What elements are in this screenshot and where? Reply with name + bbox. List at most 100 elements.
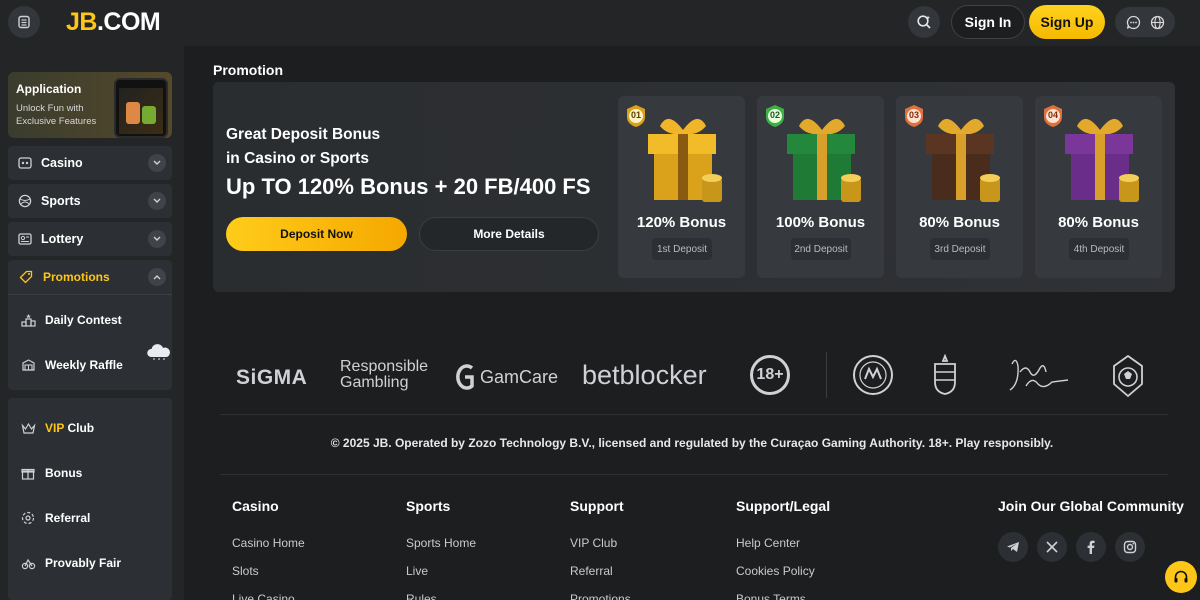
footer-link[interactable]: Sports Home — [406, 536, 476, 564]
footer-column-sports: Sports Sports Home Live Rules — [406, 498, 476, 600]
telegram-icon[interactable] — [998, 532, 1028, 562]
raffle-icon — [20, 358, 36, 372]
sidebar-item-label: Provably Fair — [45, 556, 122, 570]
sidebar-item-label: Sports — [41, 194, 81, 208]
casino-icon — [18, 156, 32, 170]
banner-line-1: Great Deposit Bonus — [226, 126, 381, 143]
sidebar-item-lottery[interactable]: Lottery — [8, 222, 172, 256]
chat-icon[interactable] — [1126, 15, 1141, 30]
sidebar-item-label: Lottery — [41, 232, 84, 246]
gift-box-icon — [926, 118, 1000, 202]
header-utility-pill — [1115, 7, 1175, 37]
footer-link[interactable]: Bonus Terms — [736, 592, 830, 600]
logo-com: .COM — [96, 8, 161, 36]
footer-link[interactable]: Live Casino — [232, 592, 305, 600]
sidebar-item-label: Promotions — [43, 270, 110, 284]
bonus-percent: 100% Bonus — [775, 214, 866, 231]
chevron-up-icon[interactable] — [148, 268, 166, 286]
gamcare-logo[interactable]: GamCare — [452, 362, 558, 392]
bonus-percent: 80% Bonus — [1058, 214, 1139, 231]
sidebar-subitem-label: Weekly Raffle — [45, 358, 123, 372]
gift-box-icon — [787, 118, 861, 202]
sign-up-button[interactable]: Sign Up — [1029, 5, 1105, 39]
footer-heading: Join Our Global Community — [998, 498, 1184, 514]
sidebar-item-vip-club[interactable]: VIP Club — [8, 408, 172, 448]
gift-icon — [20, 466, 36, 480]
search-button[interactable] — [908, 6, 940, 38]
more-links-group: VIP Club Bonus Referral Provably Fair — [8, 398, 172, 600]
globe-icon[interactable] — [1150, 15, 1165, 30]
responsible-gambling-logo[interactable]: Responsible Gambling — [340, 359, 428, 391]
footer-column-legal: Support/Legal Help Center Cookies Policy… — [736, 498, 830, 600]
chevron-down-icon[interactable] — [148, 230, 166, 248]
footer-link[interactable]: Help Center — [736, 536, 830, 564]
bonus-card[interactable]: 04 80% Bonus 4th Deposit — [1035, 96, 1162, 278]
promo-banner: Great Deposit Bonus in Casino or Sports … — [213, 82, 1175, 292]
footer-link[interactable]: Cookies Policy — [736, 564, 830, 592]
betblocker-logo[interactable]: betblocker — [582, 360, 707, 391]
miami-club-logo-icon[interactable] — [852, 354, 894, 396]
partner-logos: SiGMA Responsible Gambling GamCare betblo… — [220, 346, 1150, 410]
crown-icon — [20, 422, 36, 435]
app-promo-card[interactable]: Application Unlock Fun with Exclusive Fe… — [8, 72, 172, 138]
football-club-logo-icon[interactable] — [1108, 354, 1148, 398]
chevron-down-icon[interactable] — [148, 192, 166, 210]
more-details-button[interactable]: More Details — [419, 217, 599, 251]
bonus-card[interactable]: 03 80% Bonus 3rd Deposit — [896, 96, 1023, 278]
footer-heading: Support/Legal — [736, 498, 831, 514]
deposit-tier-label: 3rd Deposit — [930, 238, 990, 260]
footer-column-support: Support VIP Club Referral Promotions — [570, 498, 631, 600]
social-links — [998, 532, 1145, 562]
club-crest-icon[interactable] — [932, 354, 958, 396]
sidebar-item-casino[interactable]: Casino — [8, 146, 172, 180]
facebook-icon[interactable] — [1076, 532, 1106, 562]
referral-icon — [20, 511, 36, 525]
deposit-now-button[interactable]: Deposit Now — [226, 217, 407, 251]
instagram-icon[interactable] — [1115, 532, 1145, 562]
sidebar-subitem-label: Daily Contest — [45, 313, 122, 327]
footer-column-casino: Casino Casino Home Slots Live Casino — [232, 498, 305, 600]
sidebar-item-promotions[interactable]: Promotions — [8, 260, 172, 294]
bonus-card[interactable]: 02 100% Bonus 2nd Deposit — [757, 96, 884, 278]
podium-icon — [20, 313, 36, 327]
gift-box-icon — [648, 118, 722, 202]
banner-line-2: in Casino or Sports — [226, 150, 369, 167]
divider — [220, 474, 1168, 475]
sigma-logo[interactable]: SiGMA — [236, 366, 307, 390]
footer-heading: Support — [570, 498, 624, 514]
x-twitter-icon[interactable] — [1037, 532, 1067, 562]
footer-heading: Casino — [232, 498, 279, 514]
footer-link[interactable]: Promotions — [570, 592, 631, 600]
divider — [220, 414, 1168, 415]
bonus-card[interactable]: 01 120% Bonus 1st Deposit — [618, 96, 745, 278]
sidebar-item-label: Casino — [41, 156, 83, 170]
fair-icon — [20, 556, 36, 570]
footer-link[interactable]: Casino Home — [232, 536, 305, 564]
lottery-icon — [18, 232, 32, 246]
ambassador-signature-icon[interactable] — [1006, 354, 1072, 396]
sidebar-item-referral[interactable]: Referral — [8, 498, 172, 538]
age-18-plus-badge[interactable]: 18+ — [750, 355, 790, 395]
logo-jb: JB — [66, 8, 97, 36]
footer-link[interactable]: Live — [406, 564, 476, 592]
gamcare-text: GamCare — [480, 366, 559, 387]
support-chat-button[interactable] — [1165, 561, 1197, 593]
footer-link[interactable]: Slots — [232, 564, 305, 592]
chevron-down-icon[interactable] — [148, 154, 166, 172]
sidebar-item-daily-contest[interactable]: Daily Contest — [8, 300, 172, 340]
sidebar-item-bonus[interactable]: Bonus — [8, 453, 172, 493]
sign-in-button[interactable]: Sign In — [951, 5, 1025, 39]
footer-link[interactable]: Rules — [406, 592, 476, 600]
sidebar-item-sports[interactable]: Sports — [8, 184, 172, 218]
sidebar-item-provably-fair[interactable]: Provably Fair — [8, 543, 172, 583]
deposit-tier-label: 4th Deposit — [1069, 238, 1129, 260]
divider — [826, 352, 827, 398]
top-header: JB.COM Sign In Sign Up — [0, 0, 1200, 46]
tag-icon — [18, 270, 34, 284]
footer-link[interactable]: Referral — [570, 564, 631, 592]
footer-link[interactable]: VIP Club — [570, 536, 631, 564]
menu-button[interactable] — [8, 6, 40, 38]
vip-club-label: VIP Club — [45, 421, 95, 435]
copyright-text: © 2025 JB. Operated by Zozo Technology B… — [330, 436, 1054, 450]
site-logo[interactable]: JB.COM — [66, 8, 161, 37]
